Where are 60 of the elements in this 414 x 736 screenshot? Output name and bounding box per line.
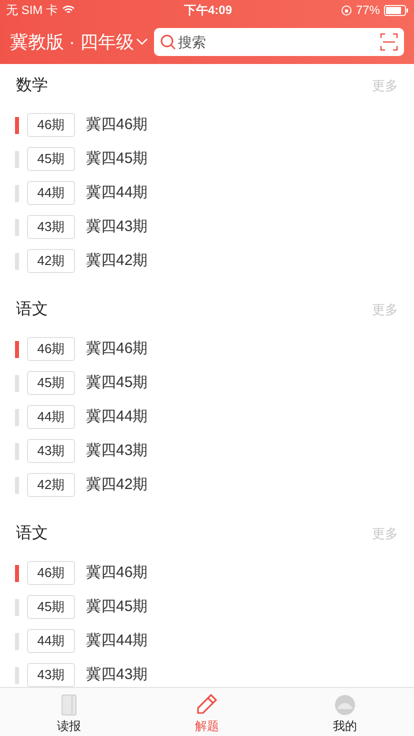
pencil-icon [195,692,219,716]
issue-title: 冀四42期 [86,250,148,271]
issue-title: 冀四46期 [86,562,148,583]
battery-icon [384,4,408,16]
carrier-text: 无 SIM 卡 [6,2,58,19]
issue-title: 冀四45期 [86,372,148,393]
issue-tag: 44期 [27,181,75,205]
battery-text: 77% [356,2,380,19]
issue-tag: 45期 [27,147,75,171]
issue-row[interactable]: 46期 冀四46期 [0,556,414,590]
search-icon [160,34,176,50]
issue-title: 冀四45期 [86,148,148,169]
issue-row[interactable]: 45期 冀四45期 [0,366,414,400]
issue-row[interactable]: 43期 冀四43期 [0,434,414,468]
issue-title: 冀四43期 [86,664,148,685]
issue-title: 冀四46期 [86,338,148,359]
issue-row[interactable]: 46期 冀四46期 [0,332,414,366]
section-title: 数学 [16,76,48,96]
wifi-icon [62,5,76,15]
issue-row[interactable]: 44期 冀四44期 [0,624,414,658]
book-icon [61,694,77,716]
issue-tag: 42期 [27,249,75,273]
issue-tag: 45期 [27,371,75,395]
lock-rotation-icon [340,4,352,16]
tab-item[interactable]: 我的 [276,688,414,736]
search-placeholder: 搜索 [178,32,207,52]
issue-title: 冀四44期 [86,406,148,427]
issue-title: 冀四44期 [86,630,148,651]
issue-tag: 42期 [27,473,75,497]
issue-title: 冀四45期 [86,596,148,617]
issue-row[interactable]: 45期 冀四45期 [0,590,414,624]
section-title: 语文 [16,300,48,320]
issue-tag: 44期 [27,405,75,429]
tab-item[interactable]: 读报 [0,688,138,736]
search-field[interactable]: 搜索 [154,28,404,56]
issue-title: 冀四43期 [86,216,148,237]
scan-icon[interactable] [380,33,398,51]
issue-tag: 46期 [27,113,75,137]
issue-tag: 44期 [27,629,75,653]
clock-text: 下午4:09 [184,2,232,19]
issue-tag: 46期 [27,561,75,585]
issue-row[interactable]: 42期 冀四42期 [0,244,414,278]
issue-tag: 43期 [27,439,75,463]
issue-title: 冀四44期 [86,182,148,203]
chevron-down-icon [136,38,148,46]
section-title: 语文 [16,524,48,544]
issue-row[interactable]: 43期 冀四43期 [0,658,414,687]
issue-row[interactable]: 46期 冀四46期 [0,108,414,142]
issue-title: 冀四43期 [86,440,148,461]
issue-row[interactable]: 42期 冀四42期 [0,468,414,502]
issue-title: 冀四46期 [86,114,148,135]
issue-row[interactable]: 44期 冀四44期 [0,400,414,434]
issue-row[interactable]: 43期 冀四43期 [0,210,414,244]
issue-tag: 43期 [27,215,75,239]
issue-tag: 46期 [27,337,75,361]
avatar-icon [334,694,356,716]
issue-row[interactable]: 44期 冀四44期 [0,176,414,210]
issue-row[interactable]: 45期 冀四45期 [0,142,414,176]
issue-tag: 45期 [27,595,75,619]
issue-title: 冀四42期 [86,474,148,495]
